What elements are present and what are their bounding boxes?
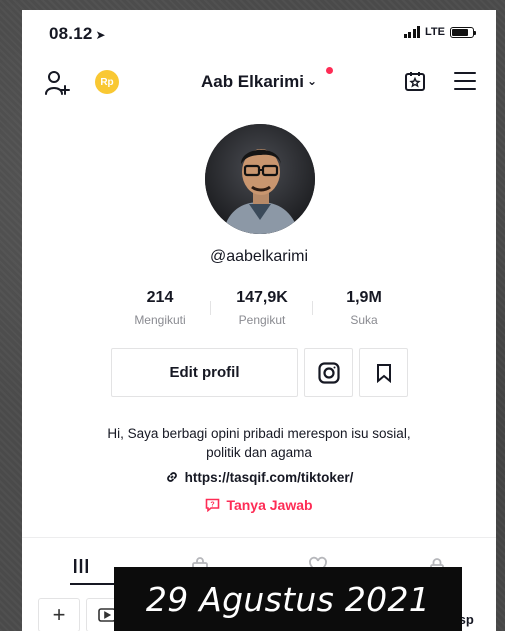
signal-icon (403, 26, 421, 38)
qa-link[interactable]: ? Tanya Jawab (22, 497, 496, 513)
profile-bio: Hi, Saya berbagi opini pribadi merespon … (62, 424, 456, 462)
grid-icon (74, 559, 89, 573)
notification-dot (326, 67, 333, 74)
add-video-button[interactable]: + (38, 598, 80, 631)
date-overlay: 29 Agustus 2021 (114, 567, 462, 631)
profile-stats: 214 Mengikuti 147,9K Pengikut 1,9M Suka (112, 289, 412, 333)
username-label: Aab Elkarimi (200, 72, 304, 91)
link-icon (166, 472, 177, 482)
bookmark-button[interactable] (359, 348, 408, 397)
phone-screen: 08.12 ➤ LTE Rp Aab Elkarimi ⌄ @aabelkari… (22, 10, 496, 631)
profile-handle: @aabelkarimi (209, 248, 309, 265)
tabs-divider (22, 537, 496, 538)
chevron-down-icon: ⌄ (306, 74, 318, 88)
qa-label: Tanya Jawab (226, 497, 313, 513)
stat-value: 1,9M (346, 289, 382, 306)
time-label: 08.12 (49, 24, 93, 43)
stat-divider (312, 301, 313, 315)
avatar[interactable] (205, 124, 315, 234)
svg-text:?: ? (211, 501, 215, 508)
network-label: LTE (425, 26, 445, 38)
date-text: 29 Agustus 2021 (145, 579, 431, 619)
edit-profile-button[interactable]: Edit profil (111, 348, 298, 397)
stat-likes[interactable]: 1,9M Suka (316, 289, 412, 333)
instagram-button[interactable] (304, 348, 353, 397)
top-nav: Rp Aab Elkarimi ⌄ (22, 66, 496, 102)
avatar-image (205, 124, 315, 234)
question-answer-icon: ? (206, 498, 220, 512)
status-bar: 08.12 ➤ LTE (22, 10, 496, 56)
stat-label: Suka (350, 313, 378, 327)
stat-label: Pengikut (238, 313, 286, 327)
stat-label: Mengikuti (134, 313, 186, 327)
menu-icon[interactable] (454, 72, 476, 90)
bio-line: Hi, Saya berbagi opini pribadi merespon … (107, 426, 411, 441)
bio-line: politik dan agama (206, 445, 312, 460)
instagram-icon (317, 361, 340, 384)
stat-value: 147,9K (236, 289, 288, 306)
stat-following[interactable]: 214 Mengikuti (112, 289, 208, 333)
status-right: LTE (403, 26, 476, 38)
calendar-star-icon[interactable] (403, 69, 427, 93)
stat-value: 214 (146, 289, 174, 306)
bookmark-icon (376, 363, 391, 383)
plus-icon: + (52, 602, 66, 627)
profile-actions: Edit profil (111, 348, 408, 397)
location-arrow-icon: ➤ (95, 28, 106, 42)
stat-divider (210, 301, 211, 315)
profile-link[interactable]: https://tasqif.com/tiktoker/ (22, 470, 496, 485)
battery-icon (450, 26, 476, 38)
status-time: 08.12 ➤ (49, 24, 106, 44)
stat-followers[interactable]: 147,9K Pengikut (214, 289, 310, 333)
link-text: https://tasqif.com/tiktoker/ (184, 470, 354, 485)
